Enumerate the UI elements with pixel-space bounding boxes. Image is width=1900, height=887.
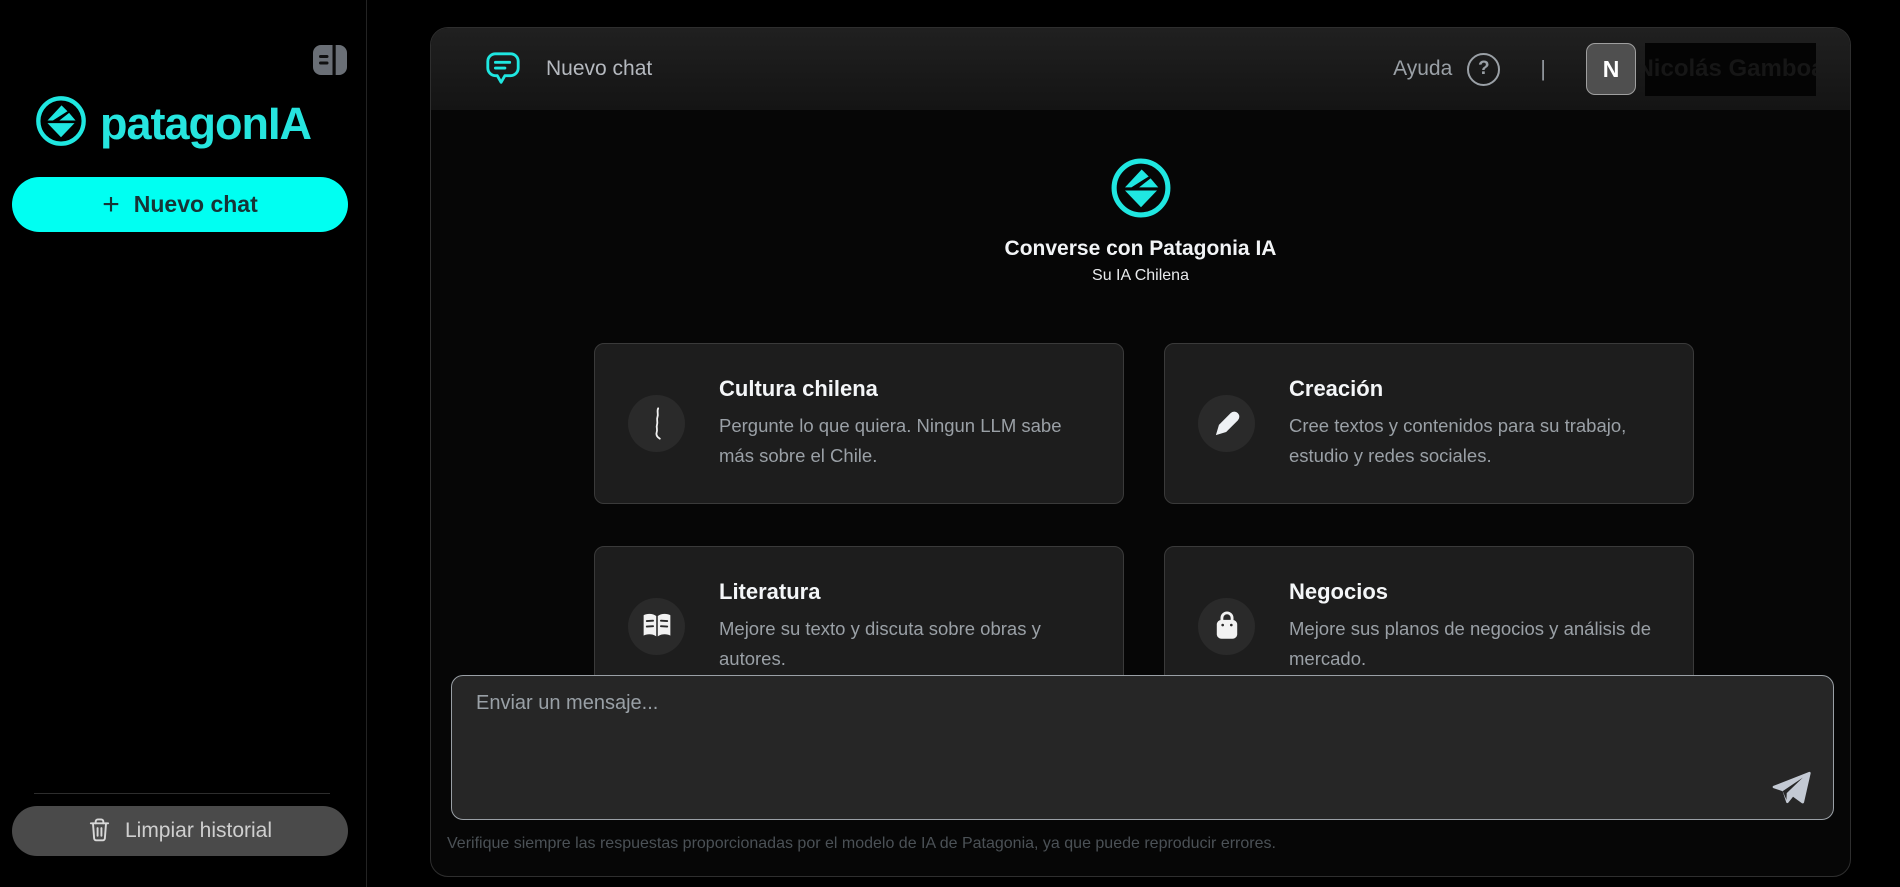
card-creacion[interactable]: Creación Cree textos y contenidos para s… <box>1164 343 1694 504</box>
user-avatar[interactable]: N <box>1586 43 1636 95</box>
card-description: Mejore sus planos de negocios y análisis… <box>1289 614 1665 674</box>
sidebar: patagonIA + Nuevo chat Limpiar historial <box>0 0 367 887</box>
hero-section: Converse con Patagonia IA Su IA Chilena <box>431 156 1850 285</box>
card-text: Creación Cree textos y contenidos para s… <box>1289 376 1665 471</box>
gem-logo-icon <box>34 94 88 153</box>
card-description: Cree textos y contenidos para su trabajo… <box>1289 411 1665 471</box>
topbar-separator: | <box>1540 56 1546 82</box>
clear-history-label: Limpiar historial <box>125 819 272 843</box>
open-book-icon <box>628 598 685 655</box>
trash-icon <box>88 817 111 846</box>
sidebar-divider <box>34 793 330 794</box>
pencil-icon <box>1198 395 1255 452</box>
help-link[interactable]: Ayuda <box>1393 57 1452 81</box>
chile-map-icon <box>628 395 685 452</box>
card-text: Literatura Mejore su texto y discuta sob… <box>719 579 1095 674</box>
card-title: Literatura <box>719 579 1095 605</box>
brand-logo: patagonIA <box>34 94 311 153</box>
patagonia-app: patagonIA + Nuevo chat Limpiar historial <box>0 0 1900 887</box>
hero-title: Converse con Patagonia IA <box>431 237 1850 261</box>
ai-disclaimer: Verifique siempre las respuestas proporc… <box>447 835 1276 853</box>
topbar: Nuevo chat Ayuda ? | N Nicolás Gamboa <box>431 28 1850 110</box>
card-text: Cultura chilena Pergunte lo que quiera. … <box>719 376 1095 471</box>
paper-plane-icon <box>1771 793 1811 808</box>
conversation-title: Nuevo chat <box>546 57 652 81</box>
brand-name: patagonIA <box>100 98 311 150</box>
card-title: Cultura chilena <box>719 376 1095 402</box>
sidebar-collapse-button[interactable] <box>313 45 347 75</box>
clear-history-button[interactable]: Limpiar historial <box>12 806 348 856</box>
user-name: Nicolás Gamboa <box>1645 43 1816 96</box>
new-chat-button[interactable]: + Nuevo chat <box>12 177 348 232</box>
card-text: Negocios Mejore sus planos de negocios y… <box>1289 579 1665 674</box>
message-input[interactable] <box>452 676 1743 819</box>
main-panel: Nuevo chat Ayuda ? | N Nicolás Gamboa Co… <box>430 27 1851 877</box>
topbar-right-group: Ayuda ? | N Nicolás Gamboa <box>1393 43 1816 96</box>
shopping-bag-icon <box>1198 598 1255 655</box>
card-description: Mejore su texto y discuta sobre obras y … <box>719 614 1095 674</box>
suggestion-cards: Cultura chilena Pergunte lo que quiera. … <box>594 343 1694 707</box>
send-button[interactable] <box>1771 769 1811 807</box>
card-cultura-chilena[interactable]: Cultura chilena Pergunte lo que quiera. … <box>594 343 1124 504</box>
sidebar-toggle-icon <box>313 63 347 78</box>
message-composer <box>451 675 1834 820</box>
card-title: Creación <box>1289 376 1665 402</box>
gem-logo-icon <box>1109 207 1173 224</box>
chat-bubble-icon <box>484 49 522 89</box>
plus-icon: + <box>102 190 120 220</box>
card-description: Pergunte lo que quiera. Ningun LLM sabe … <box>719 411 1095 471</box>
help-question-icon[interactable]: ? <box>1467 53 1500 86</box>
hero-subtitle: Su IA Chilena <box>431 267 1850 285</box>
card-title: Negocios <box>1289 579 1665 605</box>
new-chat-button-label: Nuevo chat <box>134 191 258 218</box>
